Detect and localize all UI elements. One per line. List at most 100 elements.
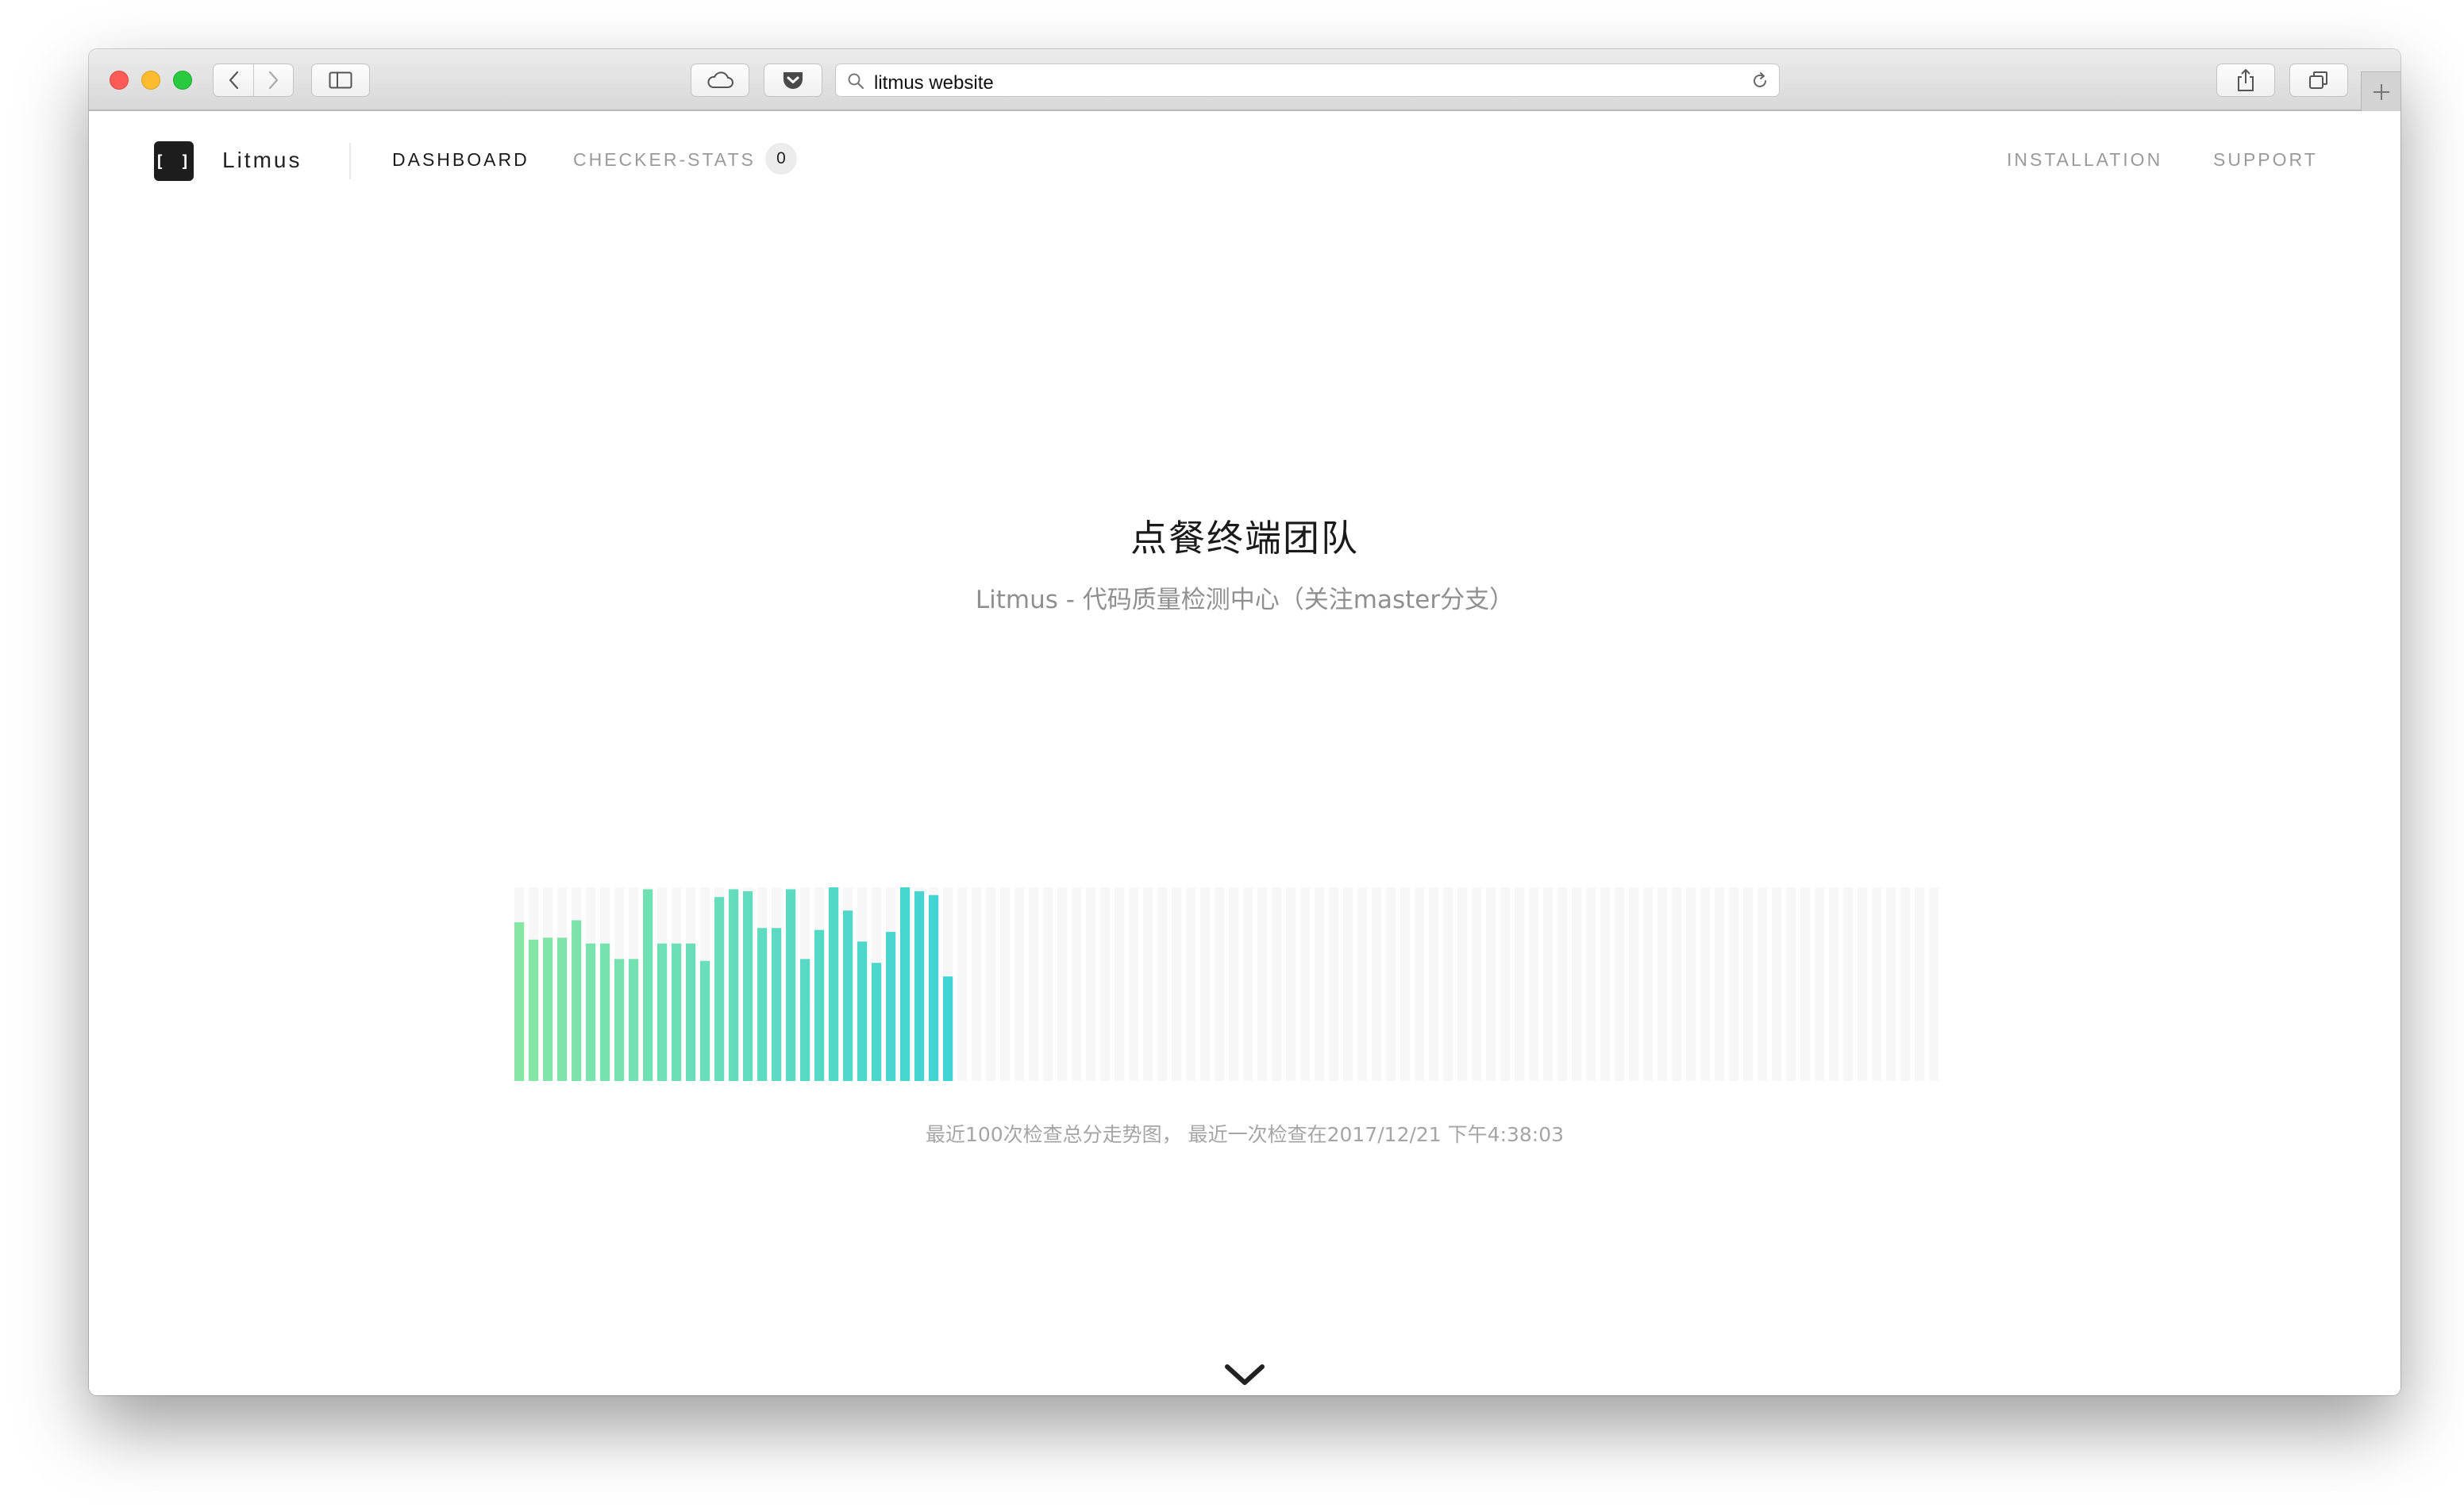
pocket-button[interactable] (764, 63, 822, 97)
forward-button[interactable] (254, 64, 294, 96)
nav-support-link[interactable]: SUPPORT (2213, 149, 2318, 171)
nav-installation-link[interactable]: INSTALLATION (2007, 149, 2162, 171)
chart-bar-slot (1043, 887, 1053, 1081)
chart-bar-slot (1272, 887, 1282, 1081)
chart-bar[interactable] (586, 943, 596, 1081)
chart-bar-slot (1715, 887, 1725, 1081)
chart-bar-slot (1386, 887, 1396, 1081)
chart-bar-slot (1357, 887, 1368, 1081)
show-all-tabs-button[interactable] (2289, 63, 2348, 97)
chart-caption: 最近100次检查总分走势图， 最近一次检查在2017/12/21 下午4:38:… (925, 1123, 1565, 1146)
chart-bar-slot (1215, 887, 1225, 1081)
chart-bar-slot (1257, 887, 1268, 1081)
chart-bar-slot (1072, 887, 1082, 1081)
chart-bar-slot (1657, 887, 1668, 1081)
chevron-left-icon (229, 71, 239, 90)
icloud-tabs-button[interactable] (691, 63, 749, 97)
chart-bar[interactable] (757, 928, 768, 1081)
chart-bar[interactable] (914, 891, 925, 1081)
chart-bar-slot (1443, 887, 1453, 1081)
chart-bar-slot (1815, 887, 1825, 1081)
new-tab-button[interactable] (2361, 71, 2400, 111)
chart-bar-slot (1029, 887, 1039, 1081)
chart-bar[interactable] (857, 941, 868, 1081)
chart-bar[interactable] (643, 889, 653, 1081)
chart-bar-slot (1900, 887, 1911, 1081)
chart-bar[interactable] (514, 921, 525, 1081)
chart-bar[interactable] (772, 928, 782, 1081)
chart-bar-slot (957, 887, 968, 1081)
chart-bar-slot (1643, 887, 1654, 1081)
chart-bar[interactable] (557, 937, 568, 1081)
chart-bar[interactable] (786, 889, 796, 1081)
chart-bar-slot (1615, 887, 1625, 1081)
chart-bar-slot (1515, 887, 1525, 1081)
plus-icon (2373, 83, 2389, 100)
brand-name[interactable]: Litmus (222, 148, 302, 173)
chart-bar-slot (1315, 887, 1325, 1081)
chart-bar-slot (1829, 887, 1839, 1081)
chart-bar-slot (1686, 887, 1696, 1081)
chart-bar[interactable] (814, 929, 825, 1081)
team-subtitle: Litmus - 代码质量检测中心（关注master分支） (975, 586, 1515, 614)
chart-bar[interactable] (900, 887, 911, 1081)
chart-bar[interactable] (800, 959, 810, 1081)
minimize-window-button[interactable] (141, 71, 160, 90)
chart-bar-slot (1500, 887, 1511, 1081)
chart-bar-slot (1486, 887, 1496, 1081)
chart-bar-slot (1915, 887, 1925, 1081)
chart-bar-slot (1157, 887, 1168, 1081)
chart-bar[interactable] (843, 910, 853, 1081)
chart-bar[interactable] (629, 959, 639, 1081)
chart-bar-slot (1429, 887, 1439, 1081)
chart-bar-slot (1014, 887, 1025, 1081)
chart-bar[interactable] (529, 939, 539, 1081)
chart-bar[interactable] (714, 897, 725, 1081)
history-nav-group (213, 63, 294, 97)
chart-bar[interactable] (729, 889, 739, 1081)
chart-bar[interactable] (743, 891, 753, 1081)
icloud-tabs-icon (707, 71, 733, 88)
chart-bar[interactable] (929, 894, 939, 1081)
browser-window: litmus website [ ] Litmus DASHBOARD CHEC… (89, 49, 2400, 1395)
team-title: 点餐终端团队 (1130, 517, 1359, 560)
share-button[interactable] (2216, 63, 2275, 97)
chart-bar-slot (1672, 887, 1682, 1081)
chart-bar-slot (1115, 887, 1125, 1081)
chart-bar-slot (1372, 887, 1382, 1081)
chart-bar[interactable] (700, 960, 710, 1081)
chart-bar-slot (1543, 887, 1553, 1081)
sidebar-button[interactable] (311, 63, 370, 97)
chart-bar[interactable] (614, 959, 625, 1081)
chart-bar[interactable] (829, 887, 839, 1081)
litmus-logo[interactable]: [ ] (154, 141, 194, 181)
chart-bar[interactable] (543, 937, 553, 1081)
chart-bar[interactable] (572, 920, 582, 1081)
pocket-icon (783, 72, 803, 89)
score-trend-chart (514, 887, 1939, 1081)
back-button[interactable] (214, 64, 253, 96)
chart-bar-slot (972, 887, 982, 1081)
close-window-button[interactable] (110, 71, 129, 90)
chart-bar-slot (1858, 887, 1868, 1081)
chart-bar-slot (1800, 887, 1811, 1081)
nav-checker-stats-link[interactable]: CHECKER-STATS (573, 149, 756, 171)
sidebar-icon (329, 71, 352, 89)
chart-bar-slot (1557, 887, 1568, 1081)
chart-bar[interactable] (686, 943, 696, 1081)
chart-bar[interactable] (872, 963, 882, 1081)
chart-bar[interactable] (672, 943, 682, 1081)
chevron-down-icon[interactable] (1222, 1360, 1267, 1389)
address-bar[interactable]: litmus website (835, 63, 1780, 97)
chart-bar[interactable] (886, 932, 896, 1081)
chart-bar[interactable] (943, 976, 953, 1081)
chart-bar-slot (1529, 887, 1539, 1081)
nav-dashboard-link[interactable]: DASHBOARD (392, 149, 529, 171)
chart-bar-slot (1100, 887, 1111, 1081)
reload-icon[interactable] (1750, 71, 1769, 90)
chart-bar[interactable] (600, 943, 610, 1081)
zoom-window-button[interactable] (173, 71, 192, 90)
chart-bar-slot (1186, 887, 1196, 1081)
chart-bar[interactable] (657, 943, 668, 1081)
chart-bar-slot (1243, 887, 1253, 1081)
